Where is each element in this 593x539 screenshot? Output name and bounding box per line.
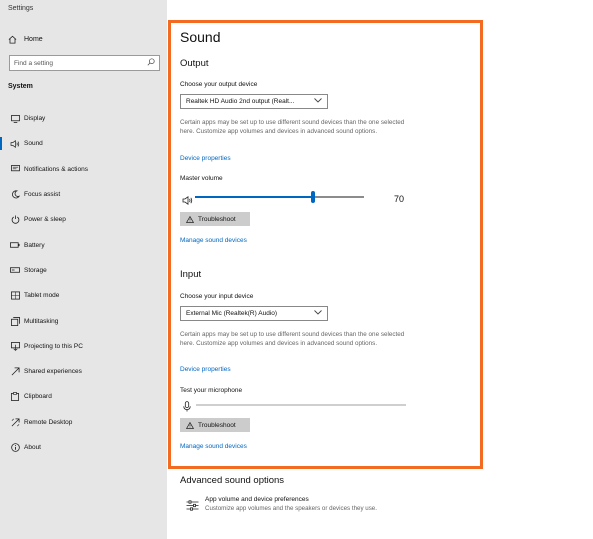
home-nav-item[interactable]: Home	[8, 32, 43, 46]
input-device-value: External Mic (Realtek(R) Audio)	[186, 310, 278, 317]
input-device-dropdown[interactable]: External Mic (Realtek(R) Audio)	[180, 306, 328, 321]
app-volume-title: App volume and device preferences	[205, 496, 309, 503]
troubleshoot-label: Troubleshoot	[198, 421, 236, 429]
sidebar-item-label: Power & sleep	[24, 216, 66, 224]
page-title: Sound	[180, 29, 221, 45]
app-title: Settings	[8, 5, 34, 12]
sidebar-item-storage[interactable]: Storage	[0, 258, 167, 283]
sidebar-item-label: Storage	[24, 266, 47, 274]
sidebar-item-projecting[interactable]: Projecting to this PC	[0, 334, 167, 359]
sidebar-item-battery[interactable]: Battery	[0, 232, 167, 257]
troubleshoot-label: Troubleshoot	[198, 215, 236, 223]
slider-thumb[interactable]	[311, 191, 316, 203]
warning-icon	[186, 215, 194, 223]
home-label: Home	[24, 35, 43, 43]
input-device-label: Choose your input device	[180, 293, 254, 300]
display-icon	[9, 114, 21, 124]
power-icon	[9, 215, 21, 225]
search-input[interactable]: Find a setting	[9, 55, 160, 71]
app-volume-preferences-link[interactable]: App volume and device preferences Custom…	[186, 496, 377, 516]
mic-test-label: Test your microphone	[180, 387, 243, 394]
microphone-level-meter	[183, 399, 406, 412]
output-device-properties-link[interactable]: Device properties	[180, 155, 231, 162]
moon-icon	[9, 190, 21, 200]
app-volume-description: Customize app volumes and the speakers o…	[205, 505, 377, 512]
sidebar-item-label: Battery	[24, 241, 45, 249]
search-icon[interactable]	[147, 58, 155, 68]
sidebar-item-label: Remote Desktop	[24, 418, 73, 426]
sidebar-item-label: Focus assist	[24, 191, 61, 199]
chevron-down-icon	[314, 310, 322, 317]
sidebar: Settings Home Find a setting System Disp…	[0, 0, 167, 539]
meter-track	[196, 404, 406, 406]
warning-icon	[186, 421, 194, 429]
master-volume-slider[interactable]	[182, 189, 364, 205]
sliders-icon	[186, 496, 200, 516]
sidebar-item-label: Display	[24, 115, 46, 123]
input-manage-devices-link[interactable]: Manage sound devices	[180, 443, 247, 450]
sidebar-item-label: Notifications & actions	[24, 165, 88, 173]
speaker-icon[interactable]	[182, 192, 193, 210]
sidebar-nav-list: Display Sound Notifications & actions Fo…	[0, 106, 167, 460]
sidebar-item-label: About	[24, 444, 41, 451]
clipboard-icon	[9, 392, 21, 402]
sidebar-item-remote-desktop[interactable]: Remote Desktop	[0, 410, 167, 435]
output-heading: Output	[180, 58, 209, 69]
slider-fill	[195, 196, 314, 198]
sidebar-item-label: Clipboard	[24, 393, 52, 401]
sidebar-item-label: Sound	[24, 140, 43, 148]
sidebar-item-label: Shared experiences	[24, 368, 82, 376]
notifications-icon	[9, 164, 21, 174]
chevron-down-icon	[314, 98, 322, 105]
output-device-value: Realtek HD Audio 2nd output (Realt...	[186, 98, 295, 105]
shared-experiences-icon	[9, 367, 21, 377]
section-label: System	[8, 83, 33, 90]
output-manage-devices-link[interactable]: Manage sound devices	[180, 237, 247, 244]
sidebar-item-power-sleep[interactable]: Power & sleep	[0, 207, 167, 232]
input-description: Certain apps may be set up to use differ…	[180, 331, 405, 347]
output-troubleshoot-button[interactable]: Troubleshoot	[180, 212, 250, 226]
storage-icon	[9, 265, 21, 275]
input-troubleshoot-button[interactable]: Troubleshoot	[180, 418, 250, 432]
sidebar-item-display[interactable]: Display	[0, 106, 167, 131]
sidebar-item-multitasking[interactable]: Multitasking	[0, 308, 167, 333]
output-device-dropdown[interactable]: Realtek HD Audio 2nd output (Realt...	[180, 94, 328, 109]
sidebar-item-focus-assist[interactable]: Focus assist	[0, 182, 167, 207]
remote-desktop-icon	[9, 417, 21, 427]
search-placeholder: Find a setting	[14, 59, 54, 67]
microphone-icon	[183, 399, 191, 417]
sidebar-item-notifications[interactable]: Notifications & actions	[0, 157, 167, 182]
home-icon	[8, 35, 20, 44]
sidebar-item-clipboard[interactable]: Clipboard	[0, 384, 167, 409]
master-volume-label: Master volume	[180, 175, 223, 182]
master-volume-value: 70	[394, 194, 405, 204]
speaker-icon	[9, 139, 21, 149]
sidebar-item-label: Projecting to this PC	[24, 342, 83, 350]
sidebar-item-tablet-mode[interactable]: Tablet mode	[0, 283, 167, 308]
sidebar-item-about[interactable]: About	[0, 435, 167, 460]
sidebar-item-sound[interactable]: Sound	[0, 131, 167, 156]
multitasking-icon	[9, 316, 21, 326]
input-heading: Input	[180, 269, 202, 280]
sidebar-item-label: Multitasking	[24, 317, 59, 325]
info-icon	[9, 443, 21, 453]
advanced-heading: Advanced sound options	[180, 475, 285, 486]
tablet-icon	[9, 291, 21, 301]
output-description: Certain apps may be set up to use differ…	[180, 119, 405, 135]
sidebar-item-label: Tablet mode	[24, 292, 60, 300]
battery-icon	[9, 240, 21, 250]
sidebar-item-shared-experiences[interactable]: Shared experiences	[0, 359, 167, 384]
input-device-properties-link[interactable]: Device properties	[180, 366, 231, 373]
projecting-icon	[9, 341, 21, 351]
output-device-label: Choose your output device	[180, 81, 258, 88]
